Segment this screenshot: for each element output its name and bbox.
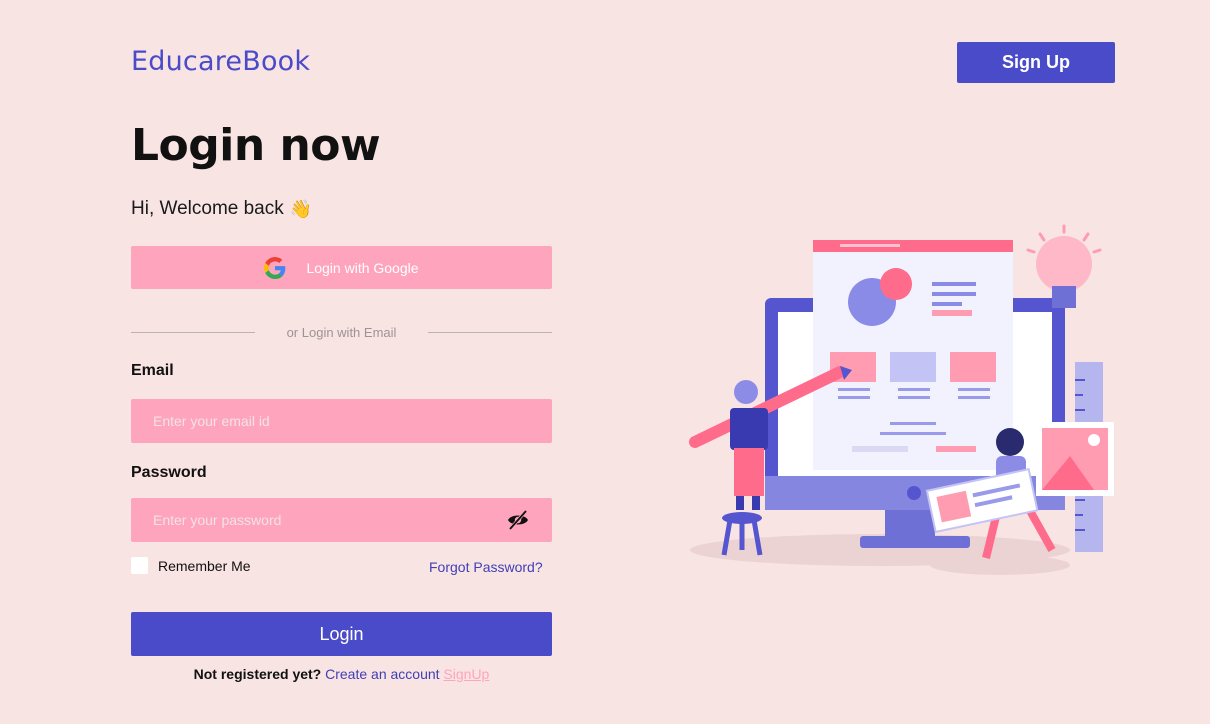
password-label: Password [131,464,207,481]
signup-button[interactable]: Sign Up [957,42,1115,83]
email-field-wrapper [131,399,552,443]
password-field-wrapper [131,498,552,542]
login-page: EducareBook Sign Up Login now Hi, Welcom… [0,0,1210,724]
email-divider: or Login with Email [131,322,552,342]
email-label: Email [131,362,174,379]
waving-hand-icon: 👋 [289,198,313,219]
not-registered-text: Not registered yet? [193,666,322,682]
signup-prompt: Not registered yet? Create an account Si… [131,666,552,682]
divider-line-right [428,331,552,333]
create-account-link[interactable]: Create an account [325,666,439,682]
signup-link[interactable]: SignUp [443,666,489,682]
remember-me-checkbox[interactable] [131,557,148,574]
welcome-text: Hi, Welcome back [131,198,284,219]
brand-logo[interactable]: EducareBook [131,46,310,77]
forgot-password-link[interactable]: Forgot Password? [429,559,543,575]
welcome-message: Hi, Welcome back 👋 [131,198,312,220]
remember-me-label: Remember Me [158,557,251,574]
login-button[interactable]: Login [131,612,552,656]
web-design-illustration [689,224,1114,575]
email-field[interactable] [131,399,552,443]
google-button-label: Login with Google [306,259,419,276]
google-icon [264,256,286,279]
eye-slash-icon[interactable] [506,509,530,531]
divider-line-left [131,331,255,333]
password-field[interactable] [131,498,552,542]
remember-me[interactable]: Remember Me [131,557,251,574]
divider-text: or Login with Email [286,324,397,340]
page-title: Login now [131,120,381,171]
login-with-google-button[interactable]: Login with Google [131,246,552,289]
